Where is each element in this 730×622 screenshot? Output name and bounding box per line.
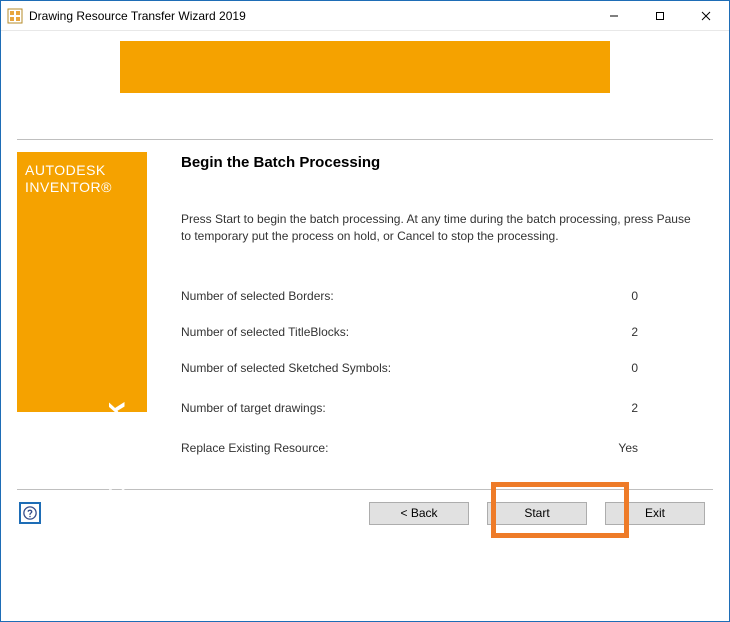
brand-line1: AUTODESK — [25, 162, 139, 179]
minimize-button[interactable] — [591, 1, 637, 30]
close-button[interactable] — [683, 1, 729, 30]
app-icon — [7, 8, 23, 24]
titleblocks-label: Number of selected TitleBlocks: — [181, 325, 349, 339]
brand-text: AUTODESK INVENTOR® — [25, 162, 139, 196]
row-titleblocks: Number of selected TitleBlocks: 2 — [181, 325, 693, 339]
exit-button[interactable]: Exit — [605, 502, 705, 525]
window-controls — [591, 1, 729, 30]
autodesk-logo-icon — [105, 547, 127, 569]
wizard-buttons: < Back Start Exit — [369, 502, 705, 525]
row-targets: Number of target drawings: 2 — [181, 401, 693, 415]
row-symbols: Number of selected Sketched Symbols: 0 — [181, 361, 693, 375]
titlebar: Drawing Resource Transfer Wizard 2019 — [1, 1, 729, 31]
symbols-value: 0 — [631, 361, 693, 375]
titleblocks-value: 2 — [631, 325, 693, 339]
replace-label: Replace Existing Resource: — [181, 441, 328, 455]
help-icon — [23, 506, 37, 520]
help-button[interactable] — [19, 502, 41, 524]
window-title: Drawing Resource Transfer Wizard 2019 — [29, 9, 591, 23]
maximize-button[interactable] — [637, 1, 683, 30]
content: AUTODESK INVENTOR® Autodesk Begin the Ba… — [1, 140, 729, 477]
banner — [120, 41, 610, 93]
row-replace: Replace Existing Resource: Yes — [181, 441, 693, 455]
brand-side: Autodesk — [99, 402, 133, 569]
page-description: Press Start to begin the batch processin… — [181, 211, 693, 245]
row-borders: Number of selected Borders: 0 — [181, 289, 693, 303]
brand-line2: INVENTOR® — [25, 179, 139, 196]
start-button[interactable]: Start — [487, 502, 587, 525]
page-heading: Begin the Batch Processing — [181, 152, 693, 171]
back-button[interactable]: < Back — [369, 502, 469, 525]
footer: < Back Start Exit — [1, 490, 729, 525]
banner-area — [1, 31, 729, 99]
main-panel: Begin the Batch Processing Press Start t… — [181, 152, 713, 477]
brand-panel: AUTODESK INVENTOR® Autodesk — [17, 152, 147, 412]
borders-value: 0 — [631, 289, 693, 303]
borders-label: Number of selected Borders: — [181, 289, 334, 303]
replace-value: Yes — [618, 441, 693, 455]
symbols-label: Number of selected Sketched Symbols: — [181, 361, 391, 375]
targets-label: Number of target drawings: — [181, 401, 326, 415]
targets-value: 2 — [631, 401, 693, 415]
